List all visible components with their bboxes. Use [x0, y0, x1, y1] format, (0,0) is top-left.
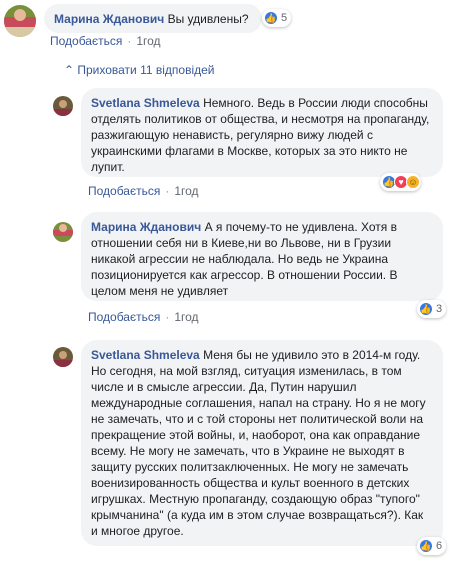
haha-icon: ☺ [406, 175, 420, 189]
hide-replies-link[interactable]: ⌃ Приховати 11 відповідей [64, 63, 215, 77]
like-link[interactable]: Подобається [88, 184, 160, 198]
comment-bubble: Марина Жданович Вы удивлены? [44, 4, 262, 33]
comment-meta: Подобається · 1год [50, 34, 161, 48]
comment-text: Вы удивлены? [167, 12, 249, 26]
avatar[interactable] [4, 5, 36, 37]
comment-author[interactable]: Svetlana Shmeleva [91, 348, 200, 362]
timestamp[interactable]: 1год [136, 34, 160, 48]
like-icon: 👍 [419, 539, 433, 553]
reactions-summary[interactable]: 👍 5 [262, 9, 292, 27]
like-icon: 👍 [264, 11, 278, 25]
comment-bubble: Svetlana Shmeleva Меня бы не удивило это… [81, 340, 443, 546]
like-link[interactable]: Подобається [88, 310, 160, 324]
chevron-up-icon: ⌃ [64, 63, 75, 77]
comment-meta: Подобається · 1год [88, 184, 199, 198]
like-link[interactable]: Подобається [50, 34, 122, 48]
reaction-count: 6 [436, 540, 443, 552]
comment-text: Меня бы не удивило это в 2014-м году. Но… [91, 348, 426, 538]
comment-bubble: Svetlana Shmeleva Немного. Ведь в России… [81, 88, 443, 177]
avatar[interactable] [53, 222, 73, 242]
timestamp[interactable]: 1год [174, 184, 198, 198]
reaction-count: 5 [281, 12, 288, 24]
reactions-summary[interactable]: 👍 ♥ ☺ [380, 173, 421, 191]
comment-author[interactable]: Марина Жданович [91, 220, 201, 234]
reactions-summary[interactable]: 👍 3 [417, 300, 447, 318]
hide-replies-label: Приховати 11 відповідей [77, 63, 215, 77]
comment-author[interactable]: Svetlana Shmeleva [91, 96, 200, 110]
avatar[interactable] [53, 96, 73, 116]
reactions-summary[interactable]: 👍 6 [417, 537, 447, 555]
timestamp[interactable]: 1год [174, 310, 198, 324]
comment-bubble: Марина Жданович А я почему-то не удивлен… [81, 212, 443, 301]
comment-author[interactable]: Марина Жданович [54, 12, 164, 26]
like-icon: 👍 [419, 302, 433, 316]
reaction-count: 3 [436, 303, 443, 315]
comment-meta: Подобається · 1год [88, 310, 199, 324]
avatar[interactable] [53, 347, 73, 367]
